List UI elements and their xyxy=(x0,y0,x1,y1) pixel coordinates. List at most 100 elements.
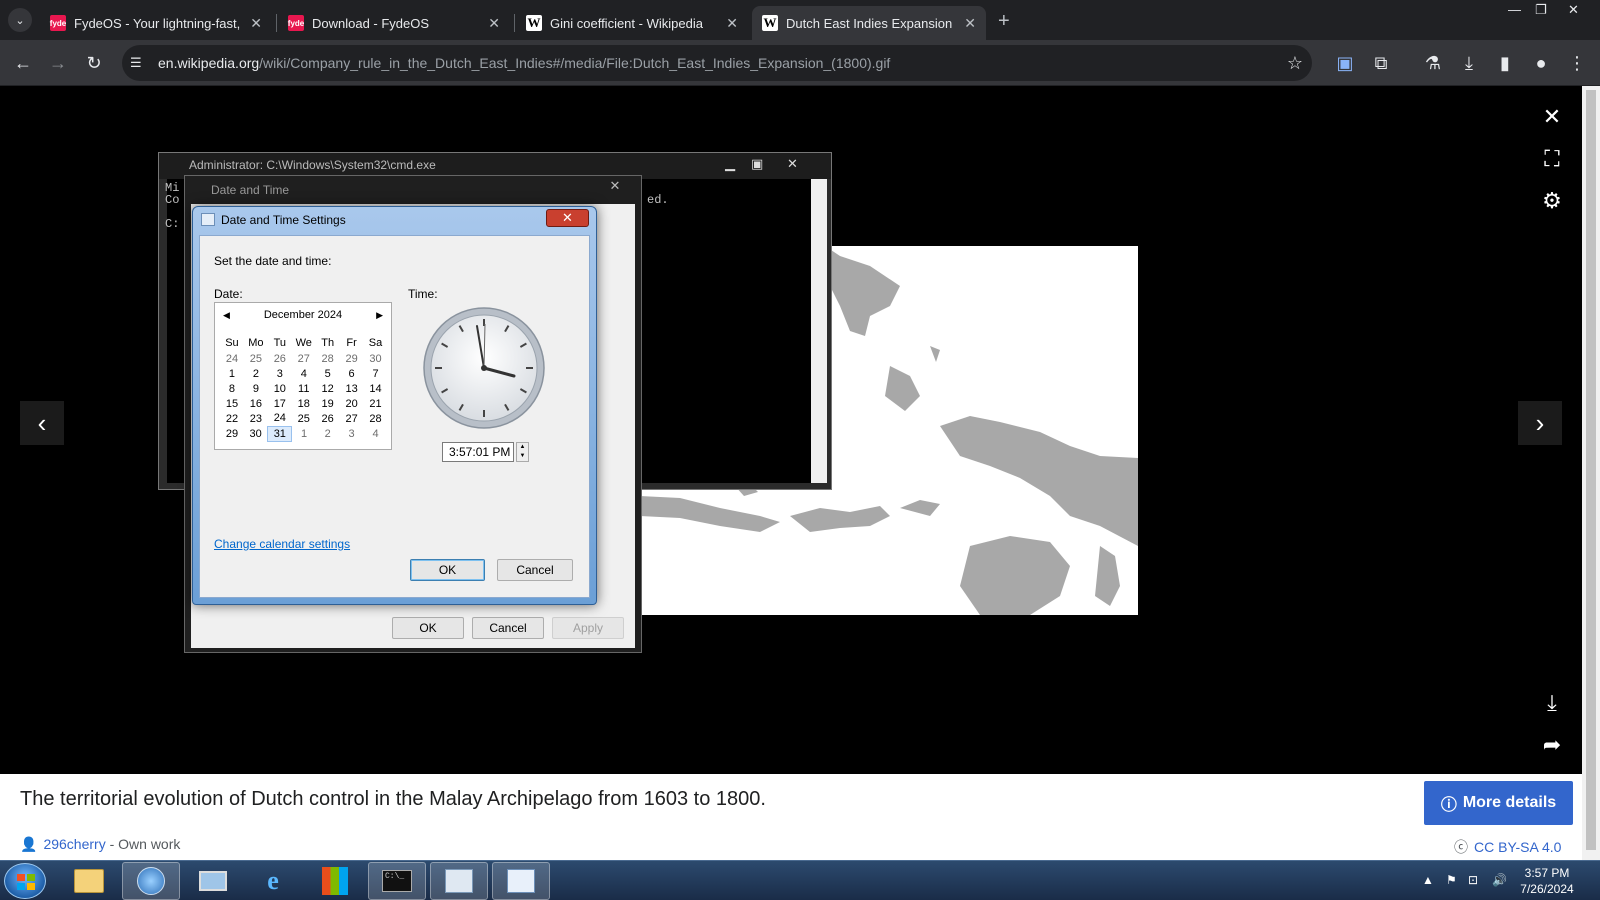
calendar-day[interactable]: 26 xyxy=(316,411,340,426)
close-viewer-icon[interactable]: ✕ xyxy=(1536,101,1568,133)
calendar-day[interactable]: 20 xyxy=(340,396,364,411)
tab-fydeos-download[interactable]: fyde Download - FydeOS ✕ xyxy=(278,6,510,40)
calendar-day[interactable]: 29 xyxy=(220,426,244,441)
site-info-icon[interactable]: ☰ xyxy=(130,55,142,71)
minimize-icon[interactable]: — xyxy=(1508,2,1521,17)
minimize-icon[interactable]: ▁ xyxy=(725,156,735,172)
calendar-day[interactable]: 16 xyxy=(244,396,268,411)
calendar-day[interactable]: 7 xyxy=(364,366,388,381)
time-spinner[interactable]: ▲ ▼ xyxy=(516,442,529,462)
labs-icon[interactable]: ⚗ xyxy=(1422,52,1444,74)
tab-gini-coefficient[interactable]: W Gini coefficient - Wikipedia ✕ xyxy=(516,6,748,40)
calendar-day[interactable]: 30 xyxy=(244,426,268,441)
calendar-day[interactable]: 22 xyxy=(220,411,244,426)
calendar-day[interactable]: 27 xyxy=(292,351,316,366)
calendar-day[interactable]: 30 xyxy=(364,351,388,366)
calendar-day[interactable]: 23 xyxy=(244,411,268,426)
show-hidden-icons-icon[interactable]: ▲ xyxy=(1422,873,1434,887)
calendar-day[interactable]: 8 xyxy=(220,381,244,396)
scrollbar-thumb[interactable] xyxy=(1586,90,1596,850)
bookmark-star-icon[interactable]: ☆ xyxy=(1284,52,1306,74)
next-image-icon[interactable]: › xyxy=(1518,401,1562,445)
calendar-day[interactable]: 24 xyxy=(220,351,244,366)
start-button[interactable] xyxy=(4,863,46,899)
forward-icon[interactable]: → xyxy=(47,52,69,74)
remote-desktop-taskbar-button[interactable] xyxy=(184,862,242,900)
calendar-day[interactable]: 1 xyxy=(220,366,244,381)
maximize-icon[interactable]: ▣ xyxy=(751,156,763,172)
download-image-icon[interactable]: ⤓ xyxy=(1536,687,1568,719)
calendar-day[interactable]: 28 xyxy=(364,411,388,426)
next-month-icon[interactable]: ▶ xyxy=(376,310,383,321)
system-clock[interactable]: 3:57 PM 7/26/2024 xyxy=(1512,865,1582,897)
close-icon[interactable]: ✕ xyxy=(964,15,976,32)
calendar-day[interactable]: 4 xyxy=(292,366,316,381)
page-scrollbar[interactable] xyxy=(1582,86,1600,860)
cancel-button[interactable]: Cancel xyxy=(472,617,544,639)
calendar-day[interactable]: 3 xyxy=(268,366,292,381)
previous-image-icon[interactable]: ‹ xyxy=(20,401,64,445)
close-icon[interactable]: ✕ xyxy=(593,178,637,196)
extensions-icon[interactable]: ⧉ xyxy=(1370,52,1392,74)
calendar-day[interactable]: 25 xyxy=(292,411,316,426)
close-window-icon[interactable]: ✕ xyxy=(1568,2,1579,18)
calendar-day[interactable]: 24 xyxy=(268,411,292,426)
tab-search-icon[interactable]: ⌄ xyxy=(8,8,32,32)
menu-icon[interactable]: ⋮ xyxy=(1566,52,1588,74)
restore-icon[interactable]: ❐ xyxy=(1535,2,1547,18)
calendar-day[interactable]: 18 xyxy=(292,396,316,411)
calendar-day[interactable]: 4 xyxy=(364,426,388,441)
file-explorer-taskbar-button[interactable] xyxy=(60,862,118,900)
calendar-day[interactable]: 29 xyxy=(340,351,364,366)
ok-button[interactable]: OK xyxy=(392,617,464,639)
more-details-button[interactable]: ⓘ More details xyxy=(1424,781,1573,825)
close-icon[interactable]: ✕ xyxy=(726,15,738,32)
calendar-day[interactable]: 1 xyxy=(292,426,316,441)
calendar-day[interactable]: 2 xyxy=(244,366,268,381)
profile-icon[interactable]: ● xyxy=(1530,52,1552,74)
calendar-day[interactable]: 2 xyxy=(316,426,340,441)
translate-icon[interactable]: ▣ xyxy=(1334,52,1356,74)
calendar-day[interactable]: 3 xyxy=(340,426,364,441)
author-link[interactable]: 296cherry xyxy=(43,836,105,852)
calendar-day[interactable]: 6 xyxy=(340,366,364,381)
close-icon[interactable]: ✕ xyxy=(250,15,262,32)
reload-icon[interactable]: ↻ xyxy=(83,52,105,74)
address-bar[interactable]: en.wikipedia.org/wiki/Company_rule_in_th… xyxy=(122,45,1312,81)
calendar-day[interactable]: 9 xyxy=(244,381,268,396)
ok-button[interactable]: OK xyxy=(410,559,485,581)
tab-dutch-east-indies[interactable]: W Dutch East Indies Expansion (18 ✕ xyxy=(752,6,986,40)
share-icon[interactable]: ➦ xyxy=(1536,729,1568,761)
cmd-scrollbar[interactable] xyxy=(811,179,827,483)
download-icon[interactable]: ⤓ xyxy=(1458,52,1480,74)
fullscreen-icon[interactable]: ⛶ xyxy=(1536,143,1568,175)
calendar-day[interactable]: 5 xyxy=(316,366,340,381)
month-year-header[interactable]: December 2024 xyxy=(215,309,391,329)
network-icon[interactable]: ⊡ xyxy=(1468,873,1478,887)
back-icon[interactable]: ← xyxy=(12,52,34,74)
calendar-day[interactable]: 28 xyxy=(316,351,340,366)
date-time-taskbar-button[interactable] xyxy=(492,862,550,900)
side-panel-icon[interactable]: ▮ xyxy=(1494,52,1516,74)
new-tab-icon[interactable]: + xyxy=(998,10,1010,33)
calendar-day[interactable]: 25 xyxy=(244,351,268,366)
control-panel-taskbar-button[interactable] xyxy=(430,862,488,900)
settings-gear-icon[interactable]: ⚙ xyxy=(1536,185,1568,217)
calendar-day[interactable]: 12 xyxy=(316,381,340,396)
cancel-button[interactable]: Cancel xyxy=(497,559,573,581)
change-calendar-settings-link[interactable]: Change calendar settings xyxy=(214,537,350,551)
time-input[interactable]: 3:57:01 PM xyxy=(442,442,514,462)
calendar-day[interactable]: 19 xyxy=(316,396,340,411)
calendar-day[interactable]: 17 xyxy=(268,396,292,411)
license-link[interactable]: ⓒ CC BY-SA 4.0 xyxy=(1454,837,1561,857)
browser-taskbar-button[interactable] xyxy=(122,862,180,900)
action-center-flag-icon[interactable]: ⚑ xyxy=(1446,873,1457,887)
calendar-day[interactable]: 11 xyxy=(292,381,316,396)
tab-fydeos-home[interactable]: fyde FydeOS - Your lightning-fast, ro ✕ xyxy=(40,6,272,40)
calendar-day[interactable]: 21 xyxy=(364,396,388,411)
calendar-day[interactable]: 13 xyxy=(340,381,364,396)
cmd-taskbar-button[interactable]: C:\_ xyxy=(368,862,426,900)
close-icon[interactable]: ✕ xyxy=(787,156,798,172)
date-calendar[interactable]: ◀ December 2024 ▶ Su Mo Tu We Th Fr Sa 2… xyxy=(214,302,392,450)
apply-button[interactable]: Apply xyxy=(552,617,624,639)
